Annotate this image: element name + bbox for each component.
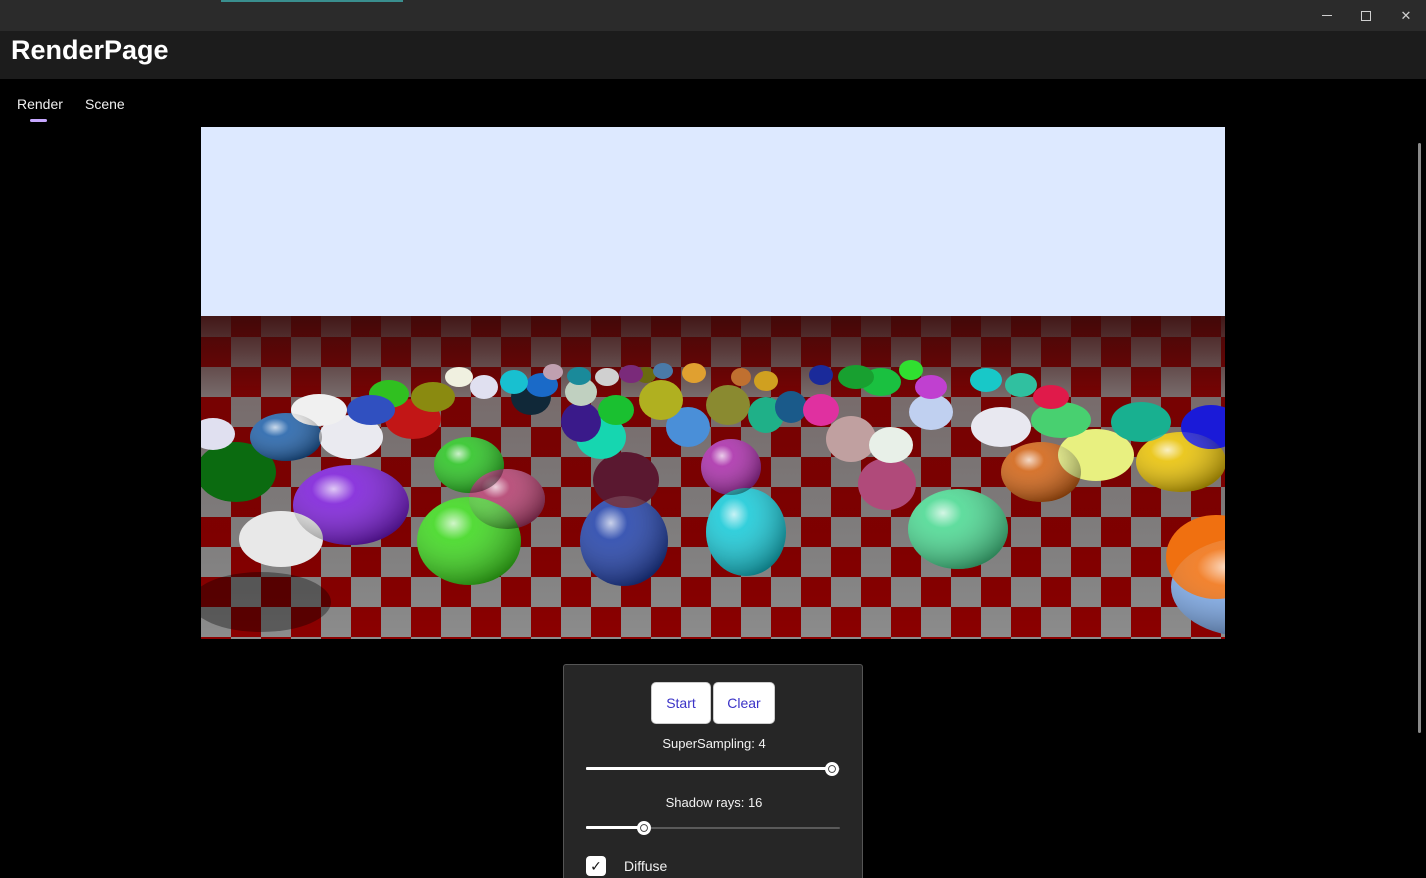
page-title: RenderPage: [11, 35, 169, 65]
rendered-image: [201, 127, 1225, 639]
minimize-icon: [1322, 15, 1332, 16]
shadow-rays-slider[interactable]: [586, 820, 840, 836]
supersampling-label: SuperSampling: 4: [662, 736, 766, 751]
tab-scene[interactable]: Scene: [85, 96, 125, 112]
close-icon: ✕: [1400, 7, 1412, 23]
minimize-button[interactable]: [1307, 0, 1347, 31]
active-tab-accent: [221, 0, 403, 2]
render-controls-panel: Start Clear SuperSampling: 4 Shadow rays…: [563, 664, 863, 878]
tab-bar: Render Scene: [0, 79, 1426, 125]
tab-selected-indicator: [30, 119, 47, 122]
maximize-button[interactable]: [1346, 0, 1386, 31]
slider-fill: [586, 767, 832, 770]
clear-button[interactable]: Clear: [713, 682, 775, 724]
slider-fill: [586, 826, 644, 829]
raytraced-scene: [201, 127, 1225, 639]
slider-thumb[interactable]: [825, 762, 839, 776]
diffuse-label: Diffuse: [624, 858, 668, 874]
vertical-scrollbar[interactable]: [1418, 143, 1421, 733]
checkmark-icon: ✓: [590, 857, 602, 874]
sky: [201, 127, 1225, 316]
shadow-rays-label: Shadow rays: 16: [665, 795, 763, 810]
slider-thumb[interactable]: [637, 821, 651, 835]
close-button[interactable]: ✕: [1386, 0, 1426, 31]
window-chrome: ✕: [0, 0, 1426, 31]
tab-render[interactable]: Render: [17, 96, 63, 112]
supersampling-slider[interactable]: [586, 761, 840, 777]
app-header: RenderPage: [0, 31, 1426, 79]
diffuse-checkbox[interactable]: ✓: [586, 856, 606, 876]
start-button[interactable]: Start: [651, 682, 711, 724]
diffuse-option[interactable]: ✓ Diffuse: [586, 855, 667, 877]
maximize-icon: [1361, 10, 1371, 21]
